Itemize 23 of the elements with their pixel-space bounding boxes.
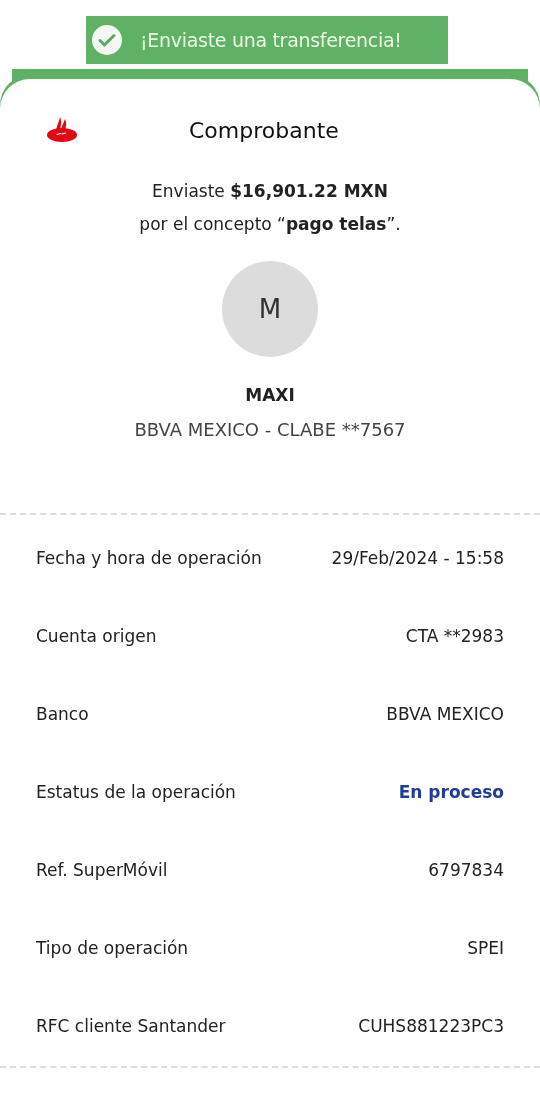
detail-value: BBVA MEXICO — [386, 704, 504, 724]
check-icon — [92, 25, 122, 55]
detail-label: RFC cliente Santander — [36, 1016, 226, 1036]
detail-label: Fecha y hora de operación — [36, 548, 262, 568]
detail-label: Cuenta origen — [36, 626, 157, 646]
detail-value: 6797834 — [428, 860, 504, 880]
concept-text: por el concepto “pago telas”. — [138, 213, 402, 236]
avatar-initial: M — [222, 261, 318, 357]
detail-label: Tipo de operación — [36, 938, 189, 958]
receipt-title: Comprobante — [189, 117, 339, 143]
recipient-name: MAXI — [244, 385, 296, 405]
detail-value: En proceso — [398, 782, 504, 802]
recipient-account: BBVA MEXICO - CLABE **7567 — [133, 419, 407, 440]
flame-logo-icon — [46, 117, 78, 143]
detail-label: Banco — [36, 704, 89, 724]
detail-value: CUHS881223PC3 — [358, 1016, 504, 1036]
detail-value: 29/Feb/2024 - 15:58 — [331, 548, 504, 568]
detail-label: Estatus de la operación — [36, 782, 236, 802]
detail-value: SPEI — [467, 938, 504, 958]
detail-value: CTA **2983 — [405, 626, 504, 646]
detail-label: Ref. SuperMóvil — [36, 860, 168, 880]
banner-message: ¡Enviaste una transferencia! — [140, 29, 402, 51]
amount-text: Enviaste $16,901.22 MXN — [151, 180, 389, 203]
